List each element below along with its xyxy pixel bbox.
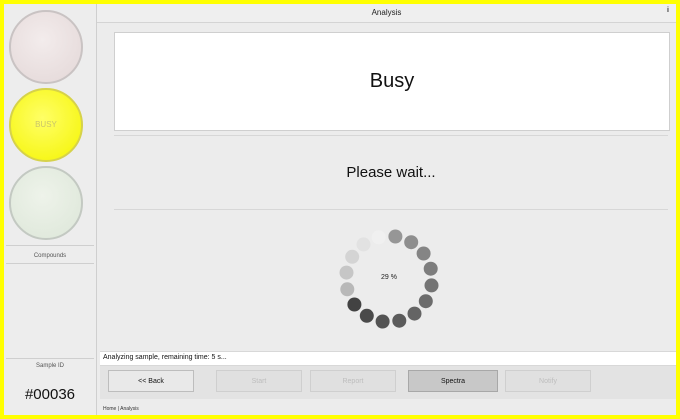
spinner-dot	[418, 294, 433, 309]
spinner-dot	[404, 235, 419, 250]
divider	[6, 245, 94, 246]
info-icon[interactable]: i	[664, 7, 672, 15]
spinner-dot	[392, 313, 407, 328]
spinner-dot	[371, 230, 386, 245]
divider	[6, 263, 94, 264]
progress-spinner: 29 %	[334, 224, 444, 334]
progress-percent: 29 %	[381, 274, 397, 281]
spinner-dot	[356, 237, 371, 252]
spectra-button[interactable]: Spectra	[408, 370, 498, 392]
app-window: BUSY Compounds Sample ID #00036 Analysis…	[4, 4, 676, 415]
busy-panel: Busy	[114, 32, 670, 131]
status-lamp-yellow: BUSY	[9, 88, 83, 162]
spinner-dot	[375, 314, 390, 329]
divider	[114, 209, 668, 210]
status-text: Analyzing sample, remaining time: 5 s...	[103, 354, 227, 361]
spinner-dot	[416, 246, 431, 261]
status-sidebar: BUSY Compounds Sample ID #00036	[4, 4, 97, 415]
divider	[6, 358, 94, 359]
spinner-dot	[359, 308, 374, 323]
sample-id-label: Sample ID	[35, 363, 64, 369]
breadcrumb: Home | Analysis	[103, 406, 139, 412]
spinner-dot	[388, 229, 403, 244]
spinner-dot	[407, 306, 422, 321]
back-button[interactable]: << Back	[108, 370, 194, 392]
page-header: Analysis i	[97, 4, 676, 23]
spinner-dot	[340, 282, 355, 297]
busy-text: Busy	[369, 70, 415, 92]
start-button[interactable]: Start	[216, 370, 302, 392]
report-button[interactable]: Report	[310, 370, 396, 392]
status-lamp-red	[9, 10, 83, 84]
lamp-label-yellow: BUSY	[35, 120, 57, 129]
spinner-dot	[345, 249, 360, 264]
spinner-dot	[347, 297, 362, 312]
wait-text: Please wait...	[346, 164, 436, 181]
compounds-label: Compounds	[33, 253, 67, 259]
button-bar: << Back Start Report Spectra Notify	[100, 366, 676, 399]
status-bar: Analyzing sample, remaining time: 5 s...	[100, 351, 676, 366]
divider	[114, 135, 668, 136]
page-title: Analysis	[371, 8, 402, 17]
sample-number: #00036	[24, 386, 76, 403]
status-lamp-green	[9, 166, 83, 240]
notify-button[interactable]: Notify	[505, 370, 591, 392]
